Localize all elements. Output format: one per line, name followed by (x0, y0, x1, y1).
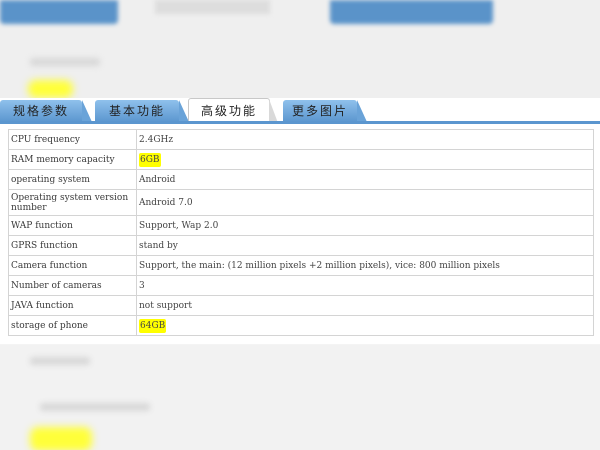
blurred-highlight (30, 427, 92, 450)
spec-value-highlighted: 64GB (139, 318, 167, 333)
table-row: Number of cameras 3 (8, 275, 594, 296)
table-row: storage of phone 64GB (8, 315, 594, 336)
blurred-highlight (28, 80, 73, 98)
blurred-text (30, 357, 90, 365)
spec-value: Support, the main: (12 million pixels +2… (136, 255, 594, 276)
tab-specifications[interactable]: 规格参数 (0, 100, 92, 122)
spec-table: CPU frequency 2.4GHz RAM memory capacity… (8, 129, 594, 336)
spec-value-highlighted: 6GB (139, 152, 161, 167)
spec-key: CPU frequency (8, 129, 137, 150)
blurred-nav-item (155, 0, 270, 14)
spec-key: operating system (8, 169, 137, 190)
spec-value: 3 (136, 275, 594, 296)
blurred-header-area (0, 0, 600, 100)
spec-value: stand by (136, 235, 594, 256)
table-row: RAM memory capacity 6GB (8, 149, 594, 170)
spec-value: 2.4GHz (136, 129, 594, 150)
spec-key: GPRS function (8, 235, 137, 256)
tab-advanced-functions[interactable]: 高级功能 (188, 98, 278, 123)
blurred-nav-button (0, 0, 118, 24)
table-row: WAP function Support, Wap 2.0 (8, 215, 594, 236)
spec-value: not support (136, 295, 594, 316)
table-row: GPRS function stand by (8, 235, 594, 256)
spec-value: Android (136, 169, 594, 190)
spec-key: WAP function (8, 215, 137, 236)
blurred-nav-button (330, 0, 493, 24)
spec-key: Camera function (8, 255, 137, 276)
table-row: Operating system version number Android … (8, 189, 594, 216)
blurred-text (40, 403, 150, 411)
spec-value: Support, Wap 2.0 (136, 215, 594, 236)
spec-key: JAVA function (8, 295, 137, 316)
blurred-footer-area (0, 345, 600, 450)
spec-key: storage of phone (8, 315, 137, 336)
spec-value-cell: 6GB (136, 149, 594, 170)
tab-basic-functions[interactable]: 基本功能 (95, 100, 189, 122)
table-row: Camera function Support, the main: (12 m… (8, 255, 594, 276)
blurred-text (30, 58, 100, 66)
spec-value-cell: 64GB (136, 315, 594, 336)
spec-key: RAM memory capacity (8, 149, 137, 170)
table-row: operating system Android (8, 169, 594, 190)
table-row: JAVA function not support (8, 295, 594, 316)
spec-key: Number of cameras (8, 275, 137, 296)
tab-more-pictures[interactable]: 更多图片 (283, 100, 367, 122)
spec-key: Operating system version number (8, 189, 137, 216)
table-row: CPU frequency 2.4GHz (8, 129, 594, 150)
spec-value: Android 7.0 (136, 189, 594, 216)
